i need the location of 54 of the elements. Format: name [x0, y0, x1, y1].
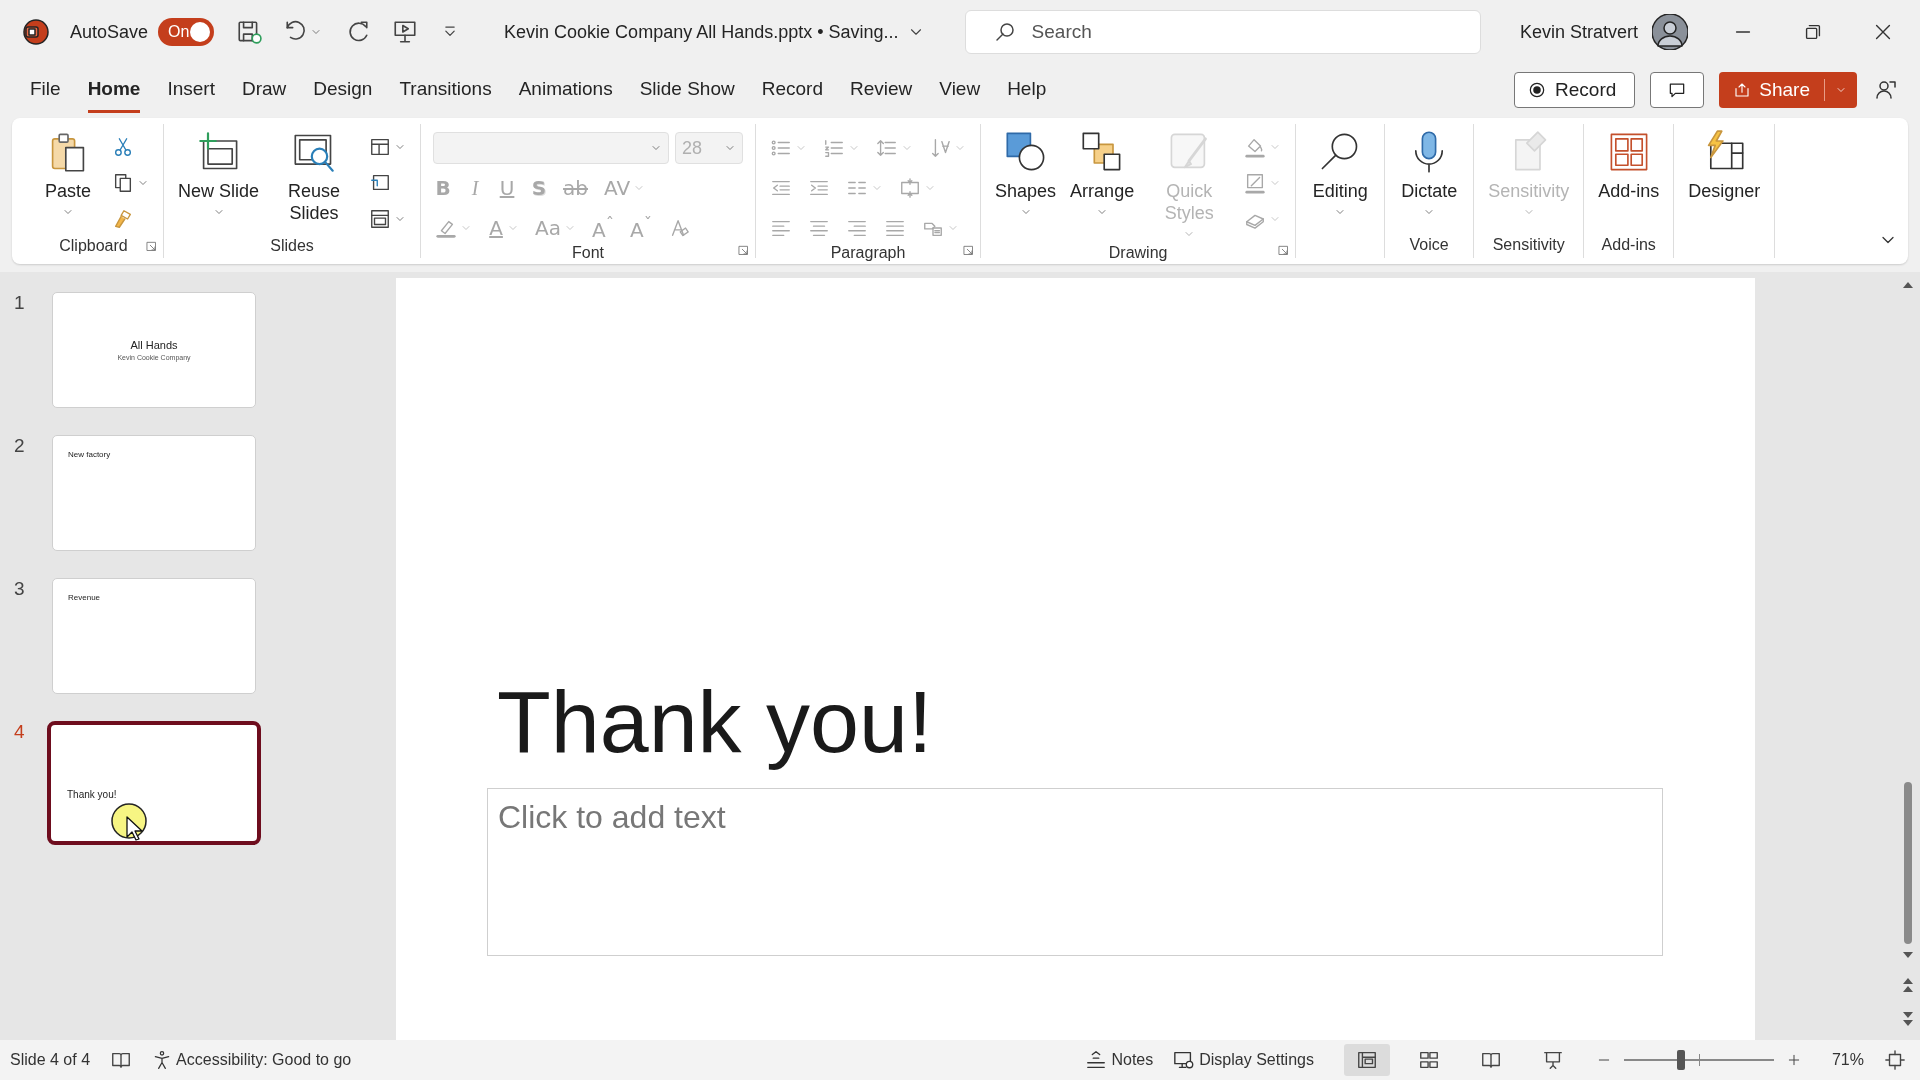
- ribbon-button[interactable]: New Slide: [176, 126, 262, 222]
- slide-title: Thank you!: [496, 672, 934, 772]
- ribbon-button[interactable]: Dictate: [1397, 126, 1462, 222]
- search-field[interactable]: Search: [964, 10, 1481, 54]
- menu-tab[interactable]: Transitions: [399, 67, 492, 113]
- group-label: Drawing: [1108, 244, 1168, 262]
- thumbnail-title: Thank you!: [67, 789, 118, 800]
- autosave-label: AutoSave: [70, 21, 149, 43]
- ribbon-button[interactable]: Paste: [36, 126, 100, 222]
- menu-tab[interactable]: Animations: [518, 67, 613, 113]
- group-label: Add-ins: [1601, 236, 1656, 254]
- zoom-level[interactable]: 71%: [1831, 1051, 1864, 1069]
- accessibility-button[interactable]: Accessibility: Good to go: [152, 1050, 352, 1070]
- ribbon-button[interactable]: Designer: [1686, 126, 1763, 206]
- menu-tab[interactable]: Record: [761, 67, 823, 113]
- document-title: Kevin Cookie Company All Hands.pptx • Saving...: [504, 21, 899, 43]
- text-placeholder[interactable]: Click to add text: [487, 788, 1663, 956]
- notes-button[interactable]: Notes: [1085, 1049, 1154, 1071]
- thumbnail-title: Revenue: [68, 593, 102, 602]
- user-name: Kevin Stratvert: [1519, 21, 1638, 43]
- group-label: Clipboard: [59, 237, 128, 255]
- ribbon-button[interactable]: Arrange: [1068, 126, 1137, 222]
- slide-number: 1: [14, 292, 26, 314]
- slide-number: 4: [14, 721, 26, 743]
- group-label: Paragraph: [830, 244, 906, 262]
- menu-tab[interactable]: Review: [850, 67, 913, 113]
- menu-tab[interactable]: Insert: [167, 67, 215, 113]
- slide-thumbnail[interactable]: New factory: [52, 435, 256, 551]
- menu-tab[interactable]: Draw: [241, 67, 287, 113]
- ribbon-button[interactable]: Add-ins: [1596, 126, 1662, 206]
- menu-tab[interactable]: Design: [313, 67, 373, 113]
- menu-tab[interactable]: File: [30, 67, 61, 113]
- slide-thumbnail[interactable]: Thank you!: [47, 721, 261, 845]
- group-label: Slides: [270, 237, 314, 255]
- display-settings-button[interactable]: Display Settings: [1173, 1049, 1314, 1071]
- record-button[interactable]: Record: [1514, 72, 1636, 108]
- menu-tab[interactable]: Help: [1007, 67, 1047, 113]
- thumbnail-title: New factory: [68, 450, 112, 459]
- slide-counter: Slide 4 of 4: [10, 1051, 91, 1069]
- slide-number: 3: [14, 578, 26, 600]
- thumbnail-title: All Hands: [130, 339, 178, 351]
- menu-tab[interactable]: Home: [87, 67, 141, 113]
- menu-tab[interactable]: View: [939, 67, 981, 113]
- group-label: Sensitivity: [1492, 236, 1565, 254]
- ribbon-button[interactable]: Reuse Slides: [271, 126, 358, 228]
- share-button[interactable]: Share: [1719, 72, 1857, 108]
- ribbon-button[interactable]: Shapes: [993, 126, 1059, 222]
- group-label: Font: [572, 244, 605, 262]
- autosave-toggle[interactable]: On: [158, 18, 215, 46]
- menu-tab[interactable]: Slide Show: [639, 67, 735, 113]
- group-label: Voice: [1409, 236, 1449, 254]
- ribbon-button[interactable]: Editing: [1308, 126, 1373, 222]
- slide-thumbnail[interactable]: Revenue: [52, 578, 256, 694]
- slide-number: 2: [14, 435, 26, 457]
